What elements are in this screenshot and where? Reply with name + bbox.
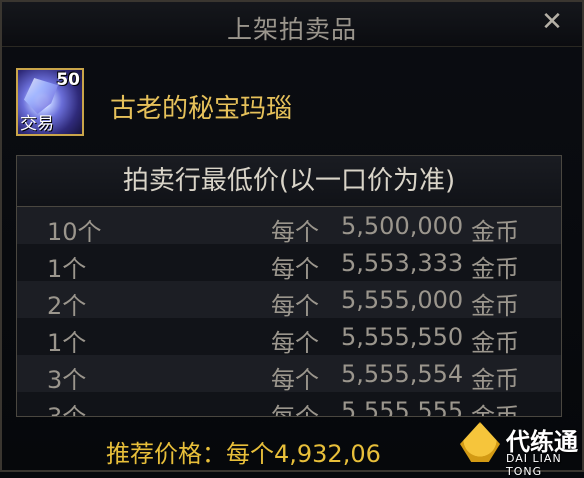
row-price: 5,500,000 <box>341 212 464 240</box>
watermark-badge: 代练通 DAI LIAN TONG <box>454 412 584 478</box>
lowest-price-panel: 拍卖行最低价(以一口价为准) 10个 每个 5,500,000 金币 1个 每个 5,553… <box>16 155 562 417</box>
item-icon[interactable]: 50 交易 <box>16 68 84 136</box>
row-each-label: 每个 <box>271 255 319 283</box>
item-trade-label: 交易 <box>20 114 54 134</box>
item-count: 50 <box>56 70 80 90</box>
price-list: 10个 每个 5,500,000 金币 1个 每个 5,553,333 金币 2个 每个 5,555… <box>17 207 561 417</box>
price-row[interactable]: 10个 每个 5,500,000 金币 <box>17 207 561 246</box>
badge-subtitle: DAI LIAN TONG <box>506 452 562 478</box>
row-quantity: 10个 <box>47 218 102 246</box>
logo-icon <box>460 422 500 462</box>
price-row[interactable]: 3个 每个 5,555,554 金币 <box>17 355 561 394</box>
row-currency: 金币 <box>471 366 519 394</box>
row-price: 5,553,333 <box>341 249 464 277</box>
row-each-label: 每个 <box>271 403 319 417</box>
recommended-price: 推荐价格：每个4,932,06 <box>106 440 381 468</box>
row-currency: 金币 <box>471 292 519 320</box>
row-each-label: 每个 <box>271 292 319 320</box>
row-quantity: 3个 <box>47 403 87 417</box>
price-row[interactable]: 1个 每个 5,553,333 金币 <box>17 244 561 283</box>
row-price: 5,555,000 <box>341 286 464 314</box>
row-quantity: 2个 <box>47 292 87 320</box>
row-quantity: 1个 <box>47 255 87 283</box>
item-name: 古老的秘宝玛瑙 <box>110 94 293 124</box>
title-bar: 上架拍卖品 ✕ <box>2 2 582 47</box>
row-price: 5,555,555 <box>341 397 464 417</box>
window-title: 上架拍卖品 <box>226 15 357 44</box>
row-currency: 金币 <box>471 218 519 246</box>
price-row[interactable]: 1个 每个 5,555,550 金币 <box>17 318 561 357</box>
row-price: 5,555,550 <box>341 323 464 351</box>
close-icon[interactable]: ✕ <box>538 8 566 36</box>
row-each-label: 每个 <box>271 218 319 246</box>
row-currency: 金币 <box>471 255 519 283</box>
auction-listing-window: 上架拍卖品 ✕ 50 交易 古老的秘宝玛瑙 拍卖行最低价(以一口价为准) 10个… <box>0 0 584 478</box>
row-price: 5,555,554 <box>341 360 464 388</box>
row-quantity: 1个 <box>47 329 87 357</box>
panel-header: 拍卖行最低价(以一口价为准) <box>17 156 561 207</box>
item-info: 50 交易 古老的秘宝玛瑙 <box>16 68 572 144</box>
row-each-label: 每个 <box>271 366 319 394</box>
row-each-label: 每个 <box>271 329 319 357</box>
price-row[interactable]: 2个 每个 5,555,000 金币 <box>17 281 561 320</box>
row-currency: 金币 <box>471 329 519 357</box>
row-quantity: 3个 <box>47 366 87 394</box>
